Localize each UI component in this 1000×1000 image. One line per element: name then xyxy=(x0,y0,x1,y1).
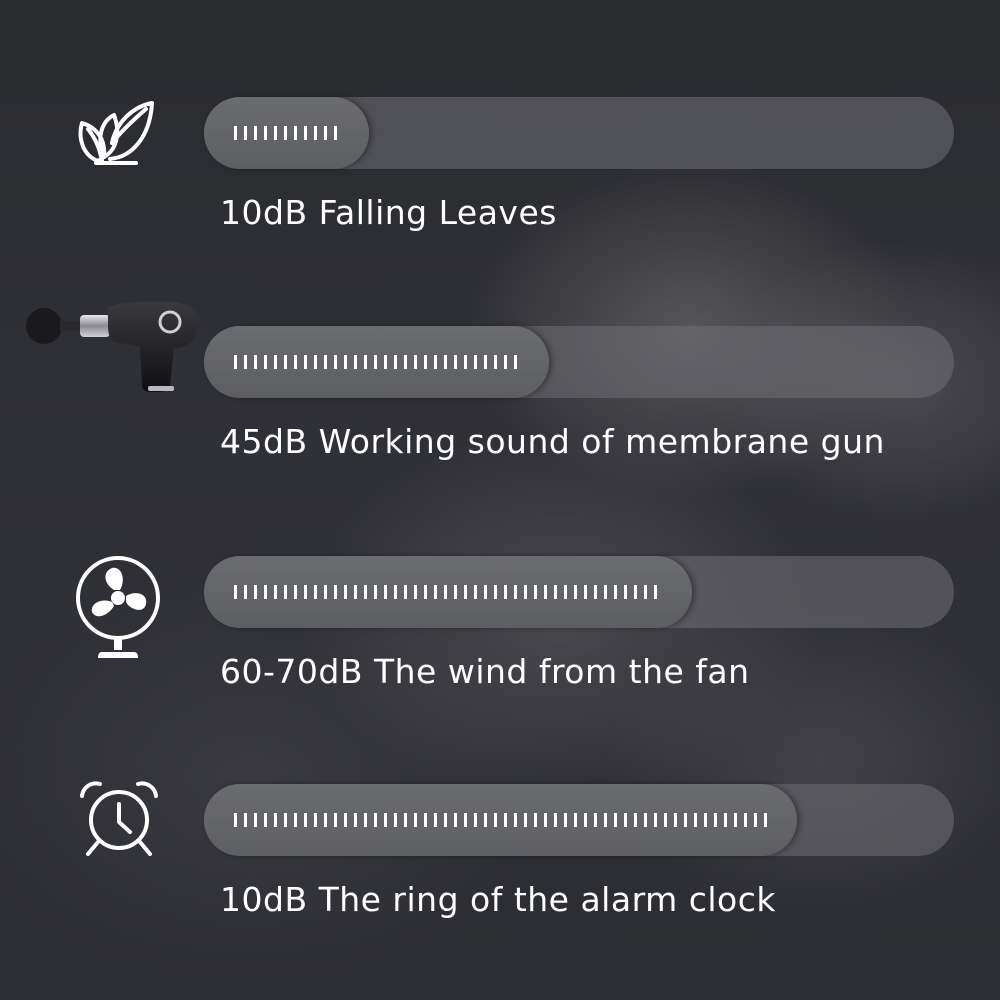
noise-label: 10dB The ring of the alarm clock xyxy=(220,880,776,919)
noise-label: 10dB Falling Leaves xyxy=(220,193,557,232)
noise-level-fill xyxy=(204,784,797,856)
level-ticks xyxy=(234,813,767,827)
noise-level-track xyxy=(204,326,954,398)
level-ticks xyxy=(234,585,657,599)
noise-label: 45dB Working sound of membrane gun xyxy=(220,422,885,461)
noise-level-track xyxy=(204,556,954,628)
alarm-clock-icon xyxy=(78,778,160,858)
fan-icon xyxy=(74,556,164,664)
leaves-icon xyxy=(76,97,158,167)
noise-level-fill xyxy=(204,97,369,169)
sound-row-alarm-clock: 10dB The ring of the alarm clock xyxy=(0,781,1000,934)
noise-level-fill xyxy=(204,556,692,628)
noise-level-fill xyxy=(204,326,549,398)
noise-level-track xyxy=(204,97,954,169)
massage-gun-icon xyxy=(22,296,204,392)
level-ticks xyxy=(234,355,517,369)
sound-row-massage-gun: 45dB Working sound of membrane gun xyxy=(0,301,1000,476)
sound-row-falling-leaves: 10dB Falling Leaves xyxy=(0,97,1000,247)
sound-row-fan: 60-70dB The wind from the fan xyxy=(0,556,1000,706)
noise-level-track xyxy=(204,784,954,856)
noise-label: 60-70dB The wind from the fan xyxy=(220,652,750,691)
level-ticks xyxy=(234,126,337,140)
